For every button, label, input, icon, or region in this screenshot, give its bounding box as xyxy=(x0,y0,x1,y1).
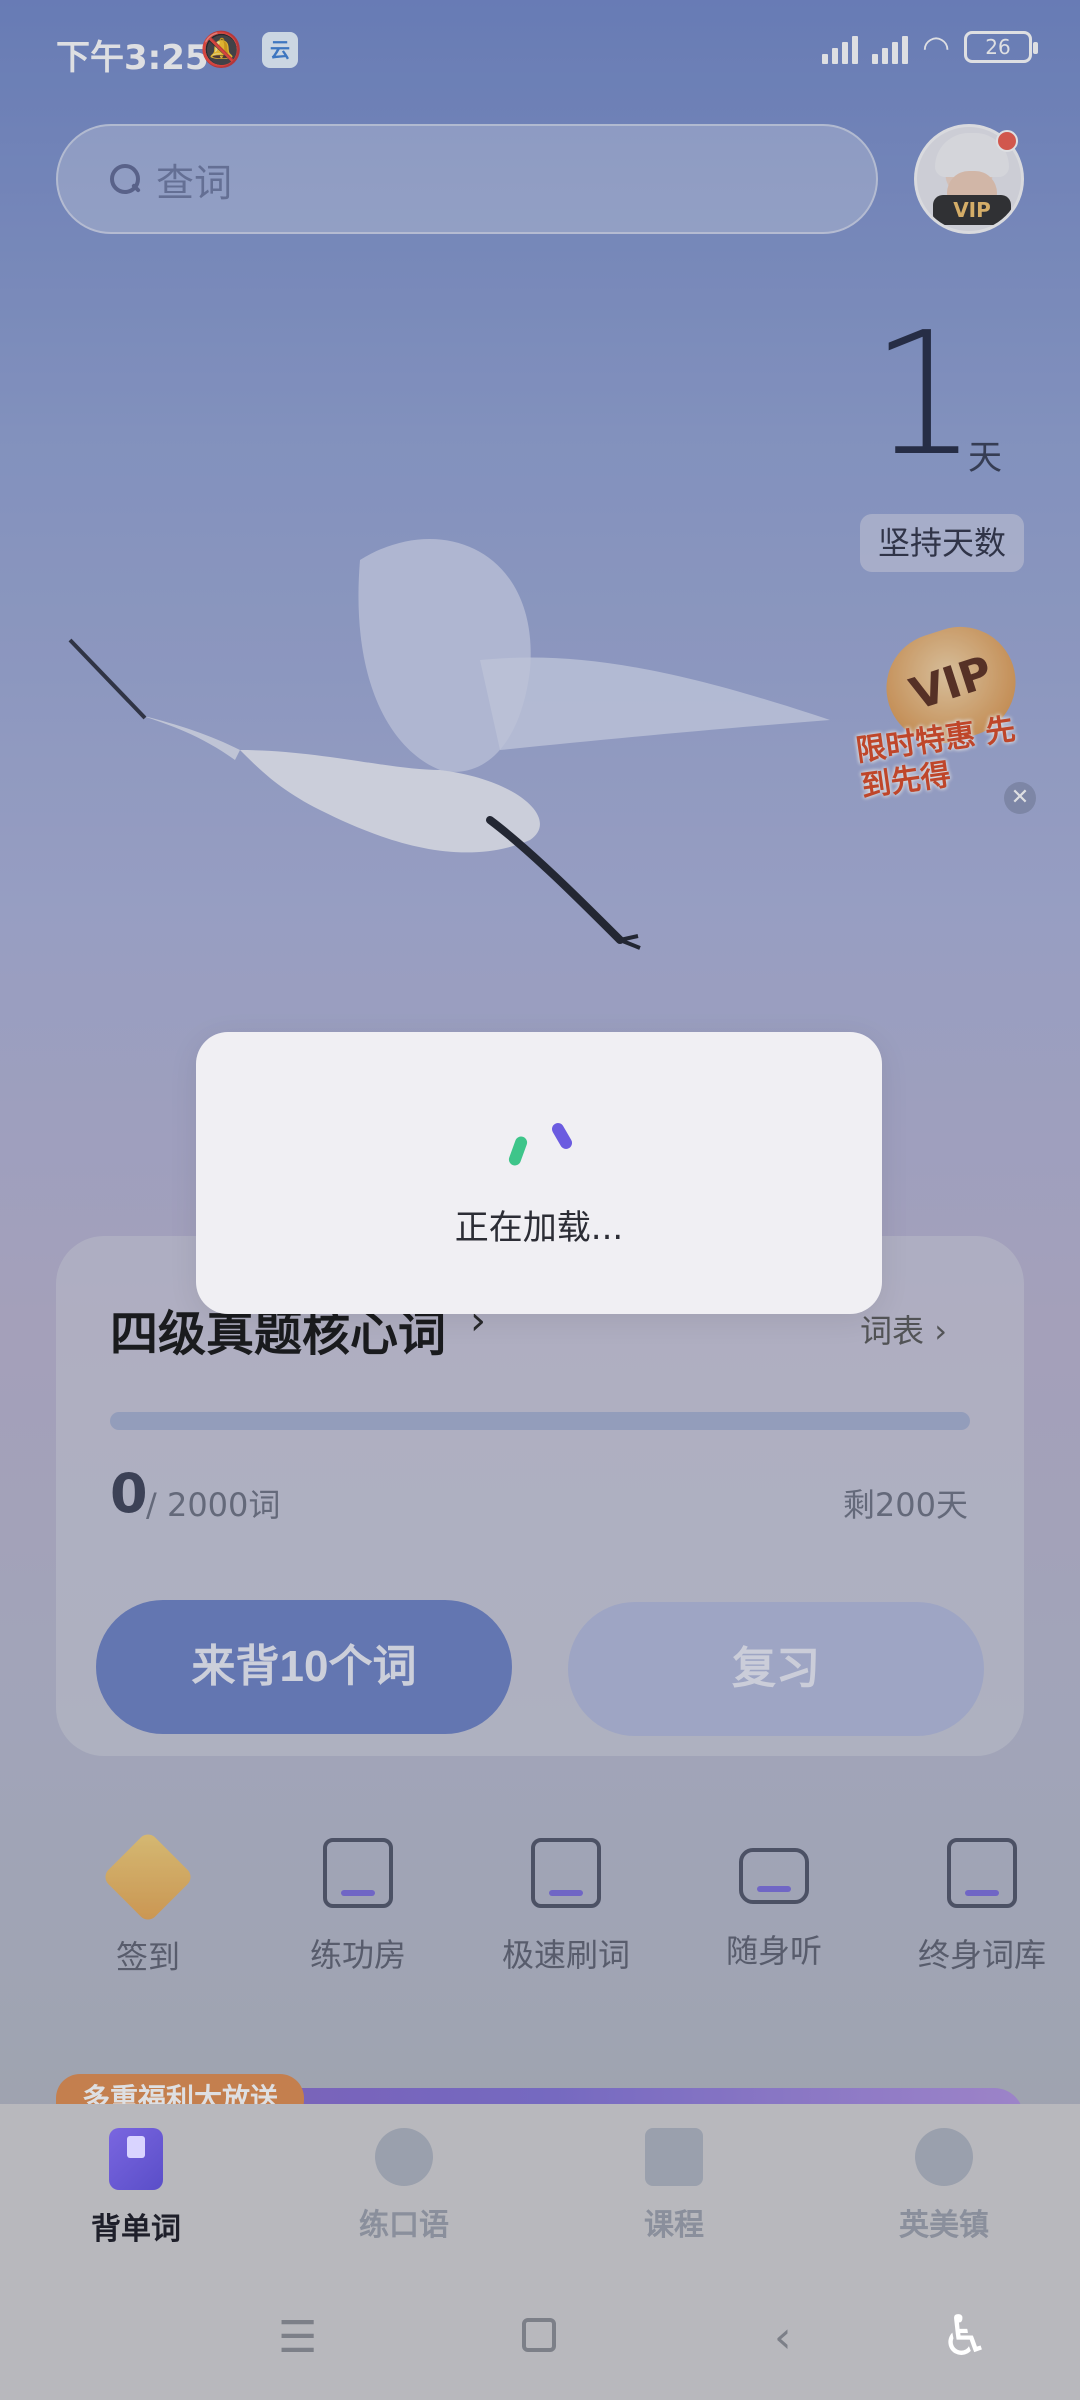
search-input[interactable]: 查词 xyxy=(56,124,878,234)
learned-count: 0 xyxy=(110,1462,148,1525)
wifi-icon: ◠ xyxy=(922,28,950,66)
tool-lifetime-vocab[interactable]: 终身词库 xyxy=(892,1838,1072,1976)
notification-dot xyxy=(996,130,1018,152)
tab-label: 课程 xyxy=(644,2208,704,2243)
tool-practice-room[interactable]: 练功房 xyxy=(268,1838,448,1976)
accessibility-icon[interactable]: ♿ xyxy=(940,2304,990,2369)
vip-promo[interactable]: VIP 限时特惠 先到先得 xyxy=(852,612,1032,804)
bookmark-icon xyxy=(645,2128,703,2186)
tab-vocabulary[interactable]: 背单词 xyxy=(56,2128,216,2248)
play-icon xyxy=(375,2128,433,2186)
tool-audio[interactable]: 随身听 xyxy=(684,1838,864,1972)
signal-icon xyxy=(822,30,859,64)
tool-label: 极速刷词 xyxy=(501,1936,630,1974)
status-bar: 下午3:25 🔕 云 ◠ 26 xyxy=(0,0,1080,104)
book-icon xyxy=(109,2128,163,2190)
review-button[interactable]: 复习 xyxy=(568,1602,984,1736)
app-notification-icon: 云 xyxy=(262,32,298,68)
tool-label: 终身词库 xyxy=(917,1936,1046,1974)
learn-words-button[interactable]: 来背10个词 xyxy=(96,1600,512,1734)
search-icon xyxy=(108,162,142,196)
lightning-cards-icon xyxy=(531,1838,601,1908)
tab-courses[interactable]: 课程 xyxy=(594,2128,754,2244)
tab-label: 英美镇 xyxy=(899,2208,989,2243)
close-icon[interactable]: ✕ xyxy=(1004,782,1036,814)
streak-unit: 天 xyxy=(968,438,1002,478)
tab-label: 背单词 xyxy=(91,2212,181,2247)
vip-badge: VIP xyxy=(933,195,1011,225)
word-list-link[interactable]: 词表 › xyxy=(860,1306,947,1352)
status-indicators: ◠ 26 xyxy=(822,28,1038,66)
battery-icon: 26 xyxy=(964,31,1038,63)
radio-icon xyxy=(739,1848,809,1904)
tool-label: 练功房 xyxy=(309,1936,406,1974)
learned-total: / 2000词 xyxy=(146,1486,281,1524)
loading-spinner-icon xyxy=(506,1116,576,1186)
tab-town[interactable]: 英美镇 xyxy=(864,2128,1024,2244)
tab-label: 练口语 xyxy=(359,2208,449,2243)
battery-level: 26 xyxy=(985,35,1011,59)
word-list-label: 词表 xyxy=(860,1312,925,1350)
tool-sign-in[interactable]: 签到 xyxy=(58,1830,238,1978)
tool-label: 签到 xyxy=(115,1938,180,1976)
compass-icon xyxy=(915,2128,973,2186)
mute-icon: 🔕 xyxy=(200,30,243,70)
search-placeholder: 查词 xyxy=(156,160,233,205)
signal-icon xyxy=(872,30,909,64)
letter-cards-icon xyxy=(947,1838,1017,1908)
tool-speed-review[interactable]: 极速刷词 xyxy=(476,1838,656,1976)
menu-icon[interactable]: ☰ xyxy=(278,2312,317,2363)
chevron-right-icon: › xyxy=(934,1312,947,1350)
streak-label[interactable]: 坚持天数 xyxy=(860,514,1024,572)
streak-days: 1 xyxy=(870,296,979,494)
back-icon[interactable]: ‹ xyxy=(774,2312,792,2363)
status-time: 下午3:25 xyxy=(56,38,209,78)
home-icon[interactable] xyxy=(522,2318,556,2352)
days-left: 剩200天 xyxy=(842,1486,968,1524)
diamond-icon xyxy=(101,1830,195,1924)
egret-illustration xyxy=(68,538,830,950)
tool-label: 随身听 xyxy=(725,1932,822,1970)
chart-board-icon xyxy=(323,1838,393,1908)
tab-speaking[interactable]: 练口语 xyxy=(324,2128,484,2244)
progress-bar xyxy=(110,1412,970,1430)
loading-text: 正在加载... xyxy=(454,1208,624,1248)
